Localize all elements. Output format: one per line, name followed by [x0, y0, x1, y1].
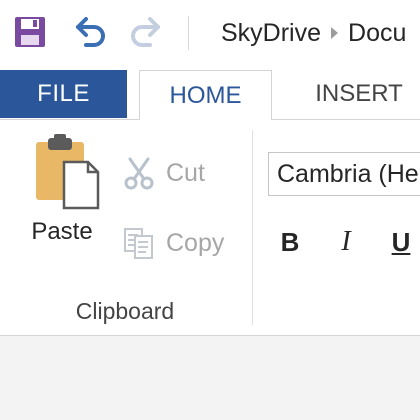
ribbon-tabs: FILE HOME INSERT	[0, 68, 420, 120]
save-button[interactable]	[10, 10, 50, 54]
tab-home[interactable]: HOME	[139, 70, 272, 120]
group-separator	[252, 130, 253, 325]
cut-button[interactable]: Cut	[122, 154, 205, 192]
scissors-icon	[124, 157, 154, 190]
paste-label: Paste	[31, 218, 93, 245]
font-family-select[interactable]: Cambria (He	[268, 152, 420, 196]
breadcrumb-skydrive[interactable]: SkyDrive	[221, 19, 321, 48]
redo-button[interactable]	[126, 10, 166, 54]
document-area[interactable]	[0, 336, 420, 420]
bold-button[interactable]: B	[272, 222, 308, 262]
italic-button[interactable]: I	[328, 222, 364, 262]
breadcrumb-documents[interactable]: Docu	[348, 19, 406, 48]
tab-insert[interactable]: INSERT	[294, 70, 420, 118]
copy-label: Copy	[166, 228, 225, 257]
copy-button[interactable]: Copy	[122, 224, 224, 262]
paste-icon	[36, 134, 100, 210]
save-icon	[15, 17, 45, 47]
clipboard-group-label: Clipboard	[75, 298, 175, 324]
toolbar-separator	[188, 16, 189, 50]
cut-label: Cut	[166, 158, 205, 187]
breadcrumb-arrow-icon	[331, 27, 339, 39]
paste-button[interactable]: Paste	[22, 132, 102, 252]
undo-button[interactable]	[70, 10, 110, 54]
undo-icon	[76, 17, 105, 47]
breadcrumb: SkyDrive Docu	[221, 14, 406, 52]
quick-access-toolbar: SkyDrive Docu	[0, 0, 420, 68]
redo-icon	[131, 17, 160, 47]
copy-icon	[124, 228, 153, 259]
tab-file[interactable]: FILE	[0, 70, 127, 118]
underline-button[interactable]: U	[383, 222, 419, 262]
font-family-value: Cambria (He	[277, 159, 419, 188]
